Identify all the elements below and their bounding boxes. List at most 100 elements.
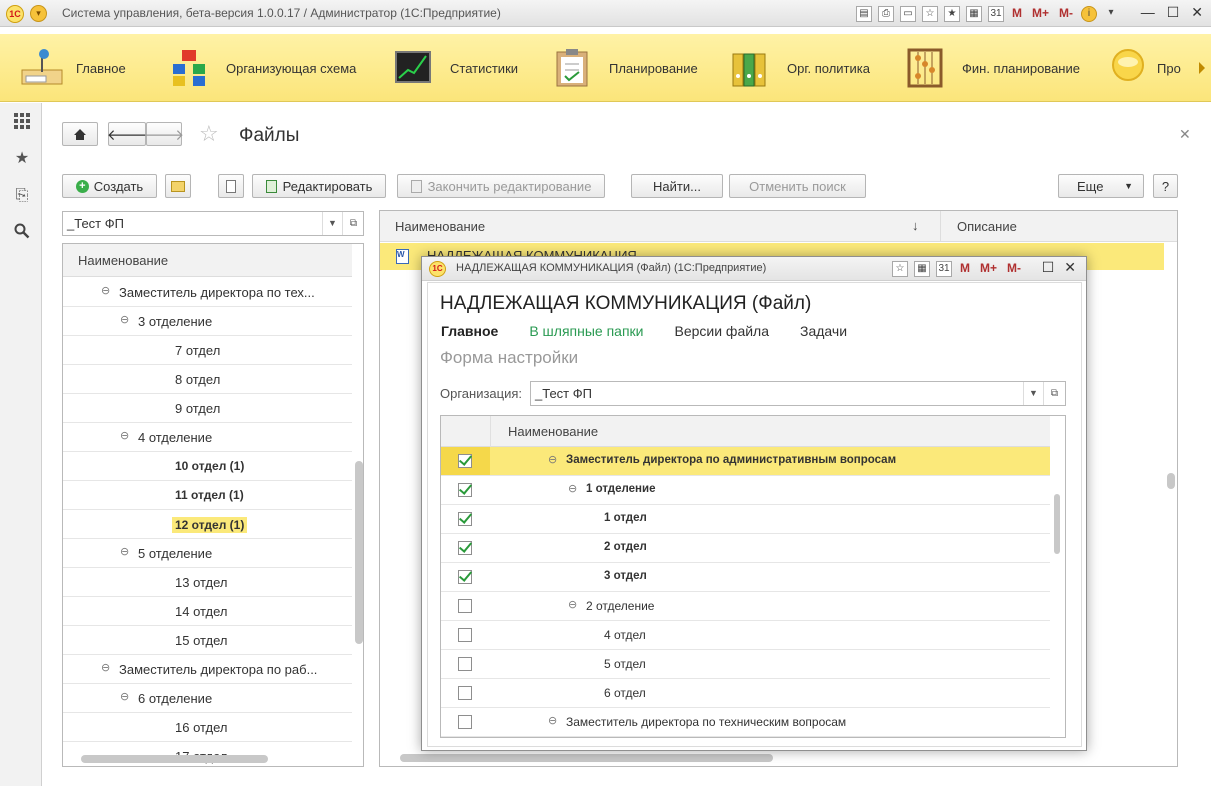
home-button[interactable]	[62, 122, 98, 146]
tree-row[interactable]: 14 отдел	[63, 597, 352, 626]
collapse-toggle-icon[interactable]: ⊖	[120, 545, 129, 558]
print-preview-icon[interactable]: ▭	[900, 6, 916, 22]
memory-m-plus-button[interactable]: M+	[1030, 6, 1051, 22]
all-functions-icon[interactable]	[13, 112, 31, 130]
maximize-icon[interactable]: ☐	[1042, 259, 1055, 276]
print-icon[interactable]: ⎙	[878, 6, 894, 22]
tab-file-versions[interactable]: Версии файла	[674, 323, 769, 339]
tab-main[interactable]: Главное	[441, 323, 498, 339]
collapse-toggle-icon[interactable]: ⊖	[568, 482, 577, 495]
section-main[interactable]: Главное	[20, 44, 126, 92]
section-other[interactable]: Про	[1111, 44, 1181, 92]
calendar-icon[interactable]: 31	[988, 6, 1004, 22]
row-checkbox[interactable]	[458, 483, 472, 497]
open-icon[interactable]: ⧉	[1043, 382, 1065, 405]
section-planning[interactable]: Планирование	[553, 44, 698, 92]
tree-row[interactable]: ⊖ 4 отделение	[63, 423, 352, 452]
collapse-toggle-icon[interactable]: ⊖	[101, 284, 110, 297]
files-horizontal-scrollbar[interactable]	[400, 754, 773, 762]
tree-row[interactable]: 4 отдел	[441, 621, 1050, 650]
dialog-tree-scrollbar[interactable]	[1054, 494, 1060, 554]
history-clip-icon[interactable]: ⎘	[13, 187, 31, 205]
favorite-star-icon[interactable]: ☆	[199, 121, 219, 147]
tree-row[interactable]: 16 отдел	[63, 713, 352, 742]
tree-row[interactable]: 9 отдел	[63, 394, 352, 423]
chevron-down-icon[interactable]: ▼	[322, 212, 342, 235]
section-org-policy[interactable]: Орг. политика	[731, 44, 870, 92]
tree-row[interactable]: 15 отдел	[63, 626, 352, 655]
tree-row[interactable]: ⊖ 6 отделение	[63, 684, 352, 713]
row-checkbox[interactable]	[458, 599, 472, 613]
search-icon[interactable]	[13, 223, 31, 241]
tree-row[interactable]: 3 отдел	[441, 563, 1050, 592]
memory-m-minus-button[interactable]: M-	[1005, 261, 1023, 277]
back-button[interactable]: 🡐	[107, 122, 147, 146]
chevron-down-icon[interactable]: ▼	[1023, 382, 1043, 405]
tree-row[interactable]: ⊖ 5 отделение	[63, 539, 352, 568]
maximize-icon[interactable]: ☐	[1167, 4, 1180, 21]
close-page-icon[interactable]: ✕	[1179, 126, 1191, 143]
tree-column-name[interactable]: Наименование	[78, 253, 168, 268]
row-checkbox[interactable]	[458, 715, 472, 729]
collapse-toggle-icon[interactable]: ⊖	[120, 313, 129, 326]
left-org-select[interactable]: _Тест ФП ▼ ⧉	[62, 211, 364, 236]
tree-row[interactable]: 5 отдел	[441, 650, 1050, 679]
tree-row[interactable]: 10 отдел (1)	[63, 452, 352, 481]
collapse-toggle-icon[interactable]: ⊖	[101, 661, 110, 674]
minimize-icon[interactable]: —	[1141, 4, 1155, 21]
tab-tasks[interactable]: Задачи	[800, 323, 847, 339]
calculator-icon[interactable]: ▦	[914, 261, 930, 277]
tree-row[interactable]: ⊖ 3 отделение	[63, 307, 352, 336]
sections-scroll-right-icon[interactable]	[1199, 62, 1205, 74]
tree-vertical-scrollbar[interactable]	[355, 461, 363, 644]
column-name[interactable]: Наименование	[395, 219, 485, 234]
calculator-icon[interactable]: ▦	[966, 6, 982, 22]
finish-edit-button[interactable]: Закончить редактирование	[397, 174, 605, 198]
more-button[interactable]: Еще ▼	[1058, 174, 1144, 198]
tree-row[interactable]: 12 отдел (1)	[63, 510, 352, 539]
tab-hat-folders[interactable]: В шляпные папки	[529, 323, 643, 339]
row-checkbox[interactable]	[458, 541, 472, 555]
tree-row[interactable]: 11 отдел (1)	[63, 481, 352, 510]
tree-row[interactable]: ⊖ Заместитель директора по тех...	[63, 278, 352, 307]
column-description[interactable]: Описание	[957, 219, 1017, 234]
chevron-down-icon[interactable]: ▾	[1103, 6, 1119, 22]
find-button[interactable]: Найти...	[631, 174, 723, 198]
close-dialog-icon[interactable]: ✕	[1064, 259, 1076, 276]
section-org-chart[interactable]: Организующая схема	[170, 44, 356, 92]
create-button[interactable]: + Создать	[62, 174, 157, 198]
section-statistics[interactable]: Статистики	[394, 44, 518, 92]
collapse-toggle-icon[interactable]: ⊖	[548, 453, 557, 466]
edit-button[interactable]: Редактировать	[252, 174, 386, 198]
tree-row[interactable]: ⊖ 2 отделение	[441, 592, 1050, 621]
memory-m-button[interactable]: M	[958, 261, 972, 277]
section-fin-planning[interactable]: Фин. планирование	[906, 44, 1080, 92]
open-icon[interactable]: ⧉	[342, 212, 364, 235]
calendar-icon[interactable]: 31	[936, 261, 952, 277]
create-folder-button[interactable]	[165, 174, 191, 198]
row-checkbox[interactable]	[458, 454, 472, 468]
save-icon[interactable]: ▤	[856, 6, 872, 22]
row-checkbox[interactable]	[458, 657, 472, 671]
collapse-toggle-icon[interactable]: ⊖	[548, 714, 557, 727]
dialog-org-select[interactable]: _Тест ФП ▼ ⧉	[530, 381, 1066, 406]
files-vertical-scrollbar[interactable]	[1167, 473, 1175, 489]
favorites-star-icon[interactable]: ★	[13, 150, 31, 168]
close-window-icon[interactable]: ✕	[1191, 4, 1203, 21]
memory-m-plus-button[interactable]: M+	[978, 261, 999, 277]
row-checkbox[interactable]	[458, 686, 472, 700]
row-checkbox[interactable]	[458, 570, 472, 584]
tree-row[interactable]: ⊖ Заместитель директора по техническим во…	[441, 708, 1050, 737]
tree-row[interactable]: 8 отдел	[63, 365, 352, 394]
collapse-toggle-icon[interactable]: ⊖	[568, 598, 577, 611]
tree-row[interactable]: ⊖ 1 отделение	[441, 476, 1050, 505]
collapse-toggle-icon[interactable]: ⊖	[120, 690, 129, 703]
cancel-search-button[interactable]: Отменить поиск	[729, 174, 866, 198]
tree-horizontal-scrollbar[interactable]	[81, 755, 268, 763]
info-icon[interactable]: i	[1081, 6, 1098, 22]
row-checkbox[interactable]	[458, 628, 472, 642]
tree-row[interactable]: 6 отдел	[441, 679, 1050, 708]
favorites-add-icon[interactable]: ☆	[892, 261, 908, 277]
history-icon[interactable]: ★	[944, 6, 960, 22]
row-checkbox[interactable]	[458, 512, 472, 526]
